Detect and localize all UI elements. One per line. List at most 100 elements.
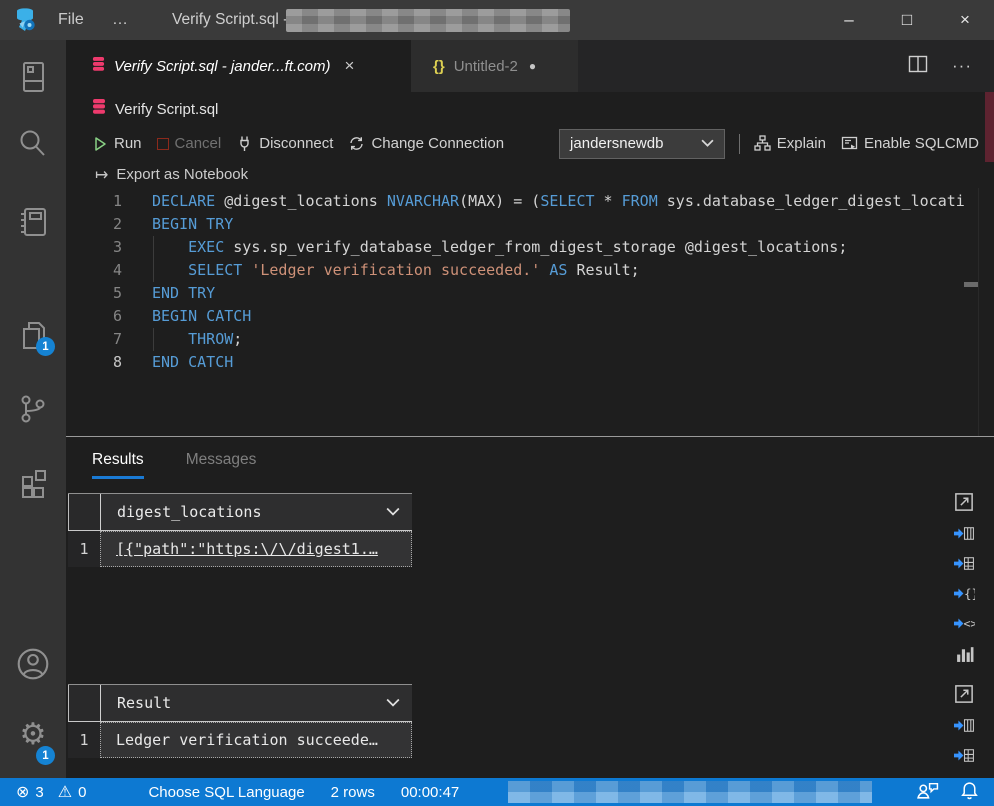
code-line[interactable]: 6 BEGIN CATCH bbox=[66, 305, 994, 328]
tab-label: Untitled-2 bbox=[454, 58, 518, 75]
notebooks-icon[interactable] bbox=[15, 204, 51, 240]
code-text: THROW; bbox=[152, 328, 242, 351]
code-text: END TRY bbox=[152, 282, 215, 305]
grid-header-row: Result bbox=[68, 685, 412, 722]
sql-editor[interactable]: 1DECLARE @digest_locations NVARCHAR(MAX)… bbox=[66, 188, 994, 436]
file-name-label: Verify Script.sql bbox=[115, 101, 218, 118]
menu-more-button[interactable]: … bbox=[112, 0, 130, 40]
notifications-bell-icon[interactable] bbox=[961, 781, 978, 804]
run-button[interactable]: Run bbox=[92, 135, 142, 152]
tab-messages[interactable]: Messages bbox=[186, 451, 257, 479]
code-text: BEGIN CATCH bbox=[152, 305, 251, 328]
row-number-cell[interactable]: 1 bbox=[68, 531, 100, 567]
braces-icon: {} bbox=[433, 58, 445, 75]
query-toolbar: Run Cancel Disconnect Change Connection … bbox=[66, 126, 994, 161]
code-line[interactable]: 8 END CATCH bbox=[66, 351, 994, 374]
statusbar-right bbox=[916, 778, 978, 806]
line-number: 4 bbox=[66, 259, 122, 282]
save-as-xml-icon[interactable]: <> bbox=[954, 615, 975, 637]
grid-column-header: Result bbox=[117, 694, 386, 712]
chevron-down-icon[interactable] bbox=[386, 698, 400, 708]
window-controls: – □ × bbox=[820, 0, 994, 40]
database-dropdown[interactable]: jandersnewdb bbox=[559, 129, 725, 159]
menu-file[interactable]: File bbox=[58, 0, 84, 40]
code-text: END CATCH bbox=[152, 351, 233, 374]
results-tabs: Results Messages bbox=[66, 437, 994, 479]
scrollbar-thumb[interactable] bbox=[964, 282, 978, 287]
feedback-icon[interactable] bbox=[916, 781, 939, 804]
database-icon bbox=[92, 56, 105, 77]
close-tab-icon[interactable]: × bbox=[344, 56, 354, 76]
code-line[interactable]: 4 SELECT 'Ledger verification succeeded.… bbox=[66, 259, 994, 282]
plan-tree-icon bbox=[754, 135, 771, 152]
save-as-csv-icon[interactable] bbox=[954, 717, 975, 739]
database-icon bbox=[92, 98, 106, 120]
maximize-grid-icon[interactable] bbox=[954, 684, 974, 709]
source-control-icon[interactable] bbox=[15, 391, 51, 427]
explain-button[interactable]: Explain bbox=[754, 135, 826, 152]
row-number-cell[interactable]: 1 bbox=[68, 722, 100, 758]
search-icon[interactable] bbox=[15, 126, 51, 162]
tab-results[interactable]: Results bbox=[92, 451, 144, 479]
connections-icon[interactable] bbox=[15, 59, 51, 95]
tab-verify-script[interactable]: Verify Script.sql - jander...ft.com) × bbox=[66, 40, 411, 92]
unsaved-dot-icon[interactable]: ● bbox=[529, 59, 536, 73]
export-as-notebook-button[interactable]: ↦ Export as Notebook bbox=[66, 161, 994, 188]
database-dropdown-value: jandersnewdb bbox=[570, 135, 701, 152]
chevron-down-icon bbox=[701, 139, 714, 148]
disconnect-button[interactable]: Disconnect bbox=[236, 135, 333, 152]
save-as-excel-icon[interactable] bbox=[954, 747, 975, 769]
column-header[interactable]: Result bbox=[100, 685, 412, 721]
svg-text:<>: <> bbox=[963, 617, 975, 631]
tab-untitled-2[interactable]: {} Untitled-2 ● bbox=[411, 40, 578, 92]
close-button[interactable]: × bbox=[936, 0, 994, 40]
problems-indicator[interactable]: ⊗ 3 ⚠ 0 bbox=[16, 782, 86, 802]
code-text: DECLARE @digest_locations NVARCHAR(MAX) … bbox=[152, 190, 965, 213]
column-header[interactable]: digest_locations bbox=[100, 494, 412, 530]
line-number: 7 bbox=[66, 328, 122, 351]
title-bar: File … Verify Script.sql - – □ × bbox=[0, 0, 994, 40]
grid-body: 1Ledger verification succeede… bbox=[68, 722, 412, 758]
account-icon[interactable] bbox=[15, 646, 51, 682]
maximize-grid-icon[interactable] bbox=[954, 492, 974, 517]
split-editor-icon[interactable] bbox=[908, 55, 928, 78]
code-line[interactable]: 5END TRY bbox=[66, 282, 994, 305]
minimize-button[interactable]: – bbox=[820, 0, 878, 40]
editor-header: Verify Script.sql bbox=[66, 92, 985, 126]
settings-badge: 1 bbox=[36, 746, 55, 765]
chevron-down-icon[interactable] bbox=[386, 507, 400, 517]
save-as-excel-icon[interactable] bbox=[954, 555, 975, 577]
errors-icon: ⊗ bbox=[16, 782, 29, 802]
line-number: 6 bbox=[66, 305, 122, 328]
code-line[interactable]: 3 EXEC sys.sp_verify_database_ledger_fro… bbox=[66, 236, 994, 259]
extensions-icon[interactable] bbox=[15, 464, 51, 500]
save-as-csv-icon[interactable] bbox=[954, 525, 975, 547]
code-text: EXEC sys.sp_verify_database_ledger_from_… bbox=[152, 236, 847, 259]
active-tab-underline bbox=[92, 476, 144, 479]
plug-icon bbox=[236, 135, 253, 152]
line-number: 8 bbox=[66, 351, 122, 374]
activity-bar: 1 ⚙ 1 bbox=[0, 40, 66, 778]
cancel-button: Cancel bbox=[157, 135, 222, 152]
code-line[interactable]: 7 THROW; bbox=[66, 328, 994, 351]
row-number-header bbox=[68, 494, 100, 530]
toolbar-separator bbox=[739, 134, 740, 154]
table-row: 1Ledger verification succeede… bbox=[68, 722, 412, 758]
more-actions-icon[interactable]: ··· bbox=[952, 56, 972, 76]
scrollbar-track bbox=[978, 188, 979, 436]
save-as-json-icon[interactable]: {} bbox=[954, 585, 975, 607]
result-cell[interactable]: [{"path":"https:\/\/digest1.… bbox=[100, 531, 412, 567]
enable-sqlcmd-button[interactable]: Enable SQLCMD bbox=[841, 135, 979, 152]
editor-actions: ··· bbox=[908, 40, 994, 92]
show-chart-icon[interactable] bbox=[955, 645, 974, 667]
code-line[interactable]: 1DECLARE @digest_locations NVARCHAR(MAX)… bbox=[66, 190, 994, 213]
redacted-title-text bbox=[286, 9, 570, 32]
maximize-button[interactable]: □ bbox=[878, 0, 936, 40]
play-icon bbox=[92, 136, 108, 152]
language-mode-button[interactable]: Choose SQL Language bbox=[148, 784, 304, 801]
code-text: BEGIN TRY bbox=[152, 213, 233, 236]
code-line[interactable]: 2BEGIN TRY bbox=[66, 213, 994, 236]
change-connection-button[interactable]: Change Connection bbox=[348, 135, 504, 152]
indent-guide bbox=[153, 236, 154, 282]
result-cell[interactable]: Ledger verification succeede… bbox=[100, 722, 412, 758]
